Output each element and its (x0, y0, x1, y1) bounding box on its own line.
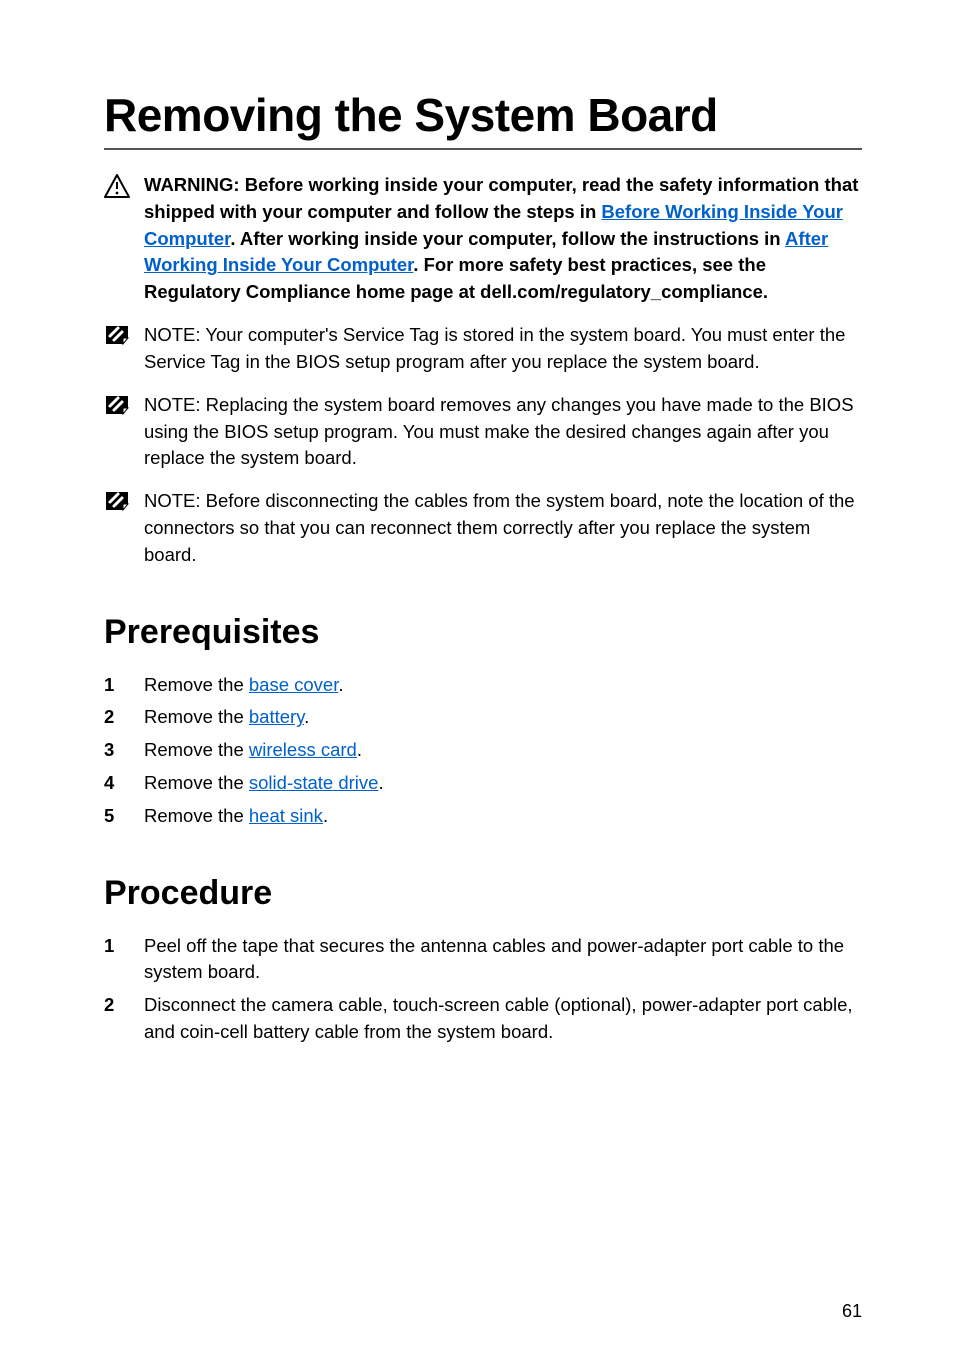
list-item: Disconnect the camera cable, touch-scree… (104, 992, 862, 1046)
note-text-3: NOTE: Before disconnecting the cables fr… (144, 488, 862, 568)
list-item: Remove the heat sink. (104, 803, 862, 830)
list-item: Remove the wireless card. (104, 737, 862, 764)
list-item: Remove the base cover. (104, 672, 862, 699)
procedure-list: Peel off the tape that secures the anten… (104, 933, 862, 1046)
item-pre: Remove the (144, 674, 249, 695)
page-title: Removing the System Board (104, 88, 862, 142)
link-wireless-card[interactable]: wireless card (249, 739, 357, 760)
procedure-heading: Procedure (104, 874, 862, 913)
item-post: . (304, 706, 309, 727)
note-icon (104, 392, 144, 416)
note-body: Before disconnecting the cables from the… (144, 490, 855, 565)
item-post: . (357, 739, 362, 760)
note-block-1: NOTE: Your computer's Service Tag is sto… (104, 322, 862, 376)
link-base-cover[interactable]: base cover (249, 674, 338, 695)
page-number: 61 (842, 1301, 862, 1322)
title-divider (104, 148, 862, 150)
note-text-2: NOTE: Replacing the system board removes… (144, 392, 862, 472)
note-icon (104, 322, 144, 346)
note-label: NOTE: (144, 490, 206, 511)
link-battery[interactable]: battery (249, 706, 304, 727)
note-text-1: NOTE: Your computer's Service Tag is sto… (144, 322, 862, 376)
item-pre: Remove the (144, 805, 249, 826)
item-pre: Remove the (144, 706, 249, 727)
note-block-2: NOTE: Replacing the system board removes… (104, 392, 862, 472)
item-pre: Remove the (144, 772, 249, 793)
note-label: NOTE: (144, 324, 205, 345)
link-solid-state-drive[interactable]: solid-state drive (249, 772, 379, 793)
item-text: Disconnect the camera cable, touch-scree… (144, 994, 853, 1042)
warning-text: WARNING: Before working inside your comp… (144, 172, 862, 306)
prerequisites-heading: Prerequisites (104, 613, 862, 652)
item-pre: Remove the (144, 739, 249, 760)
list-item: Remove the solid-state drive. (104, 770, 862, 797)
list-item: Peel off the tape that secures the anten… (104, 933, 862, 987)
note-icon (104, 488, 144, 512)
warning-mid1: . After working inside your computer, fo… (230, 228, 785, 249)
note-body: Replacing the system board removes any c… (144, 394, 854, 469)
item-text: Peel off the tape that secures the anten… (144, 935, 844, 983)
note-body: Your computer's Service Tag is stored in… (144, 324, 845, 372)
item-post: . (338, 674, 343, 695)
warning-block: WARNING: Before working inside your comp… (104, 172, 862, 306)
item-post: . (323, 805, 328, 826)
note-block-3: NOTE: Before disconnecting the cables fr… (104, 488, 862, 568)
note-label: NOTE: (144, 394, 206, 415)
list-item: Remove the battery. (104, 704, 862, 731)
prerequisites-list: Remove the base cover. Remove the batter… (104, 672, 862, 830)
link-heat-sink[interactable]: heat sink (249, 805, 323, 826)
warning-icon (104, 172, 144, 198)
item-post: . (378, 772, 383, 793)
